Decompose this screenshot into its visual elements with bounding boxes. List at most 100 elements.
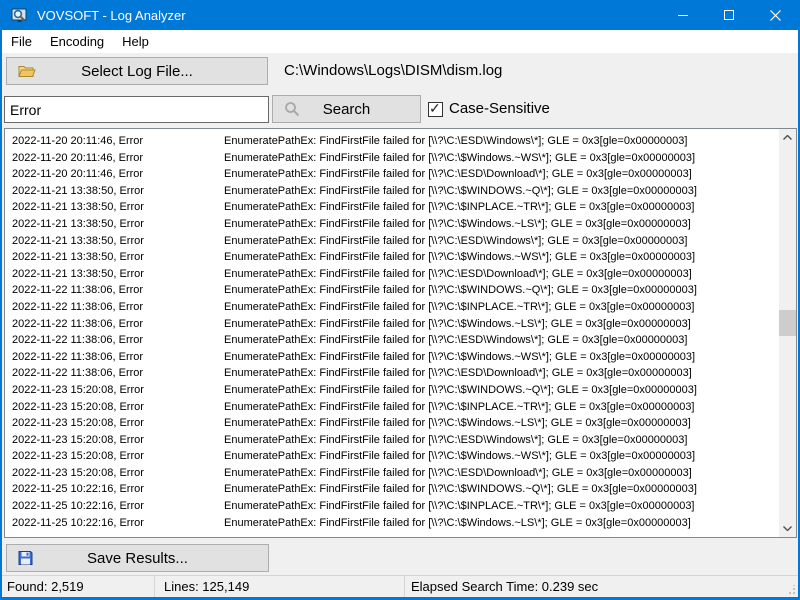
log-row-message: EnumeratePathEx: FindFirstFile failed fo… [224, 500, 695, 512]
log-row-message: EnumeratePathEx: FindFirstFile failed fo… [224, 334, 687, 346]
select-log-file-label: Select Log File... [81, 63, 193, 80]
chevron-down-icon [783, 526, 792, 531]
status-elapsed-time: Elapsed Search Time: 0.239 sec [405, 576, 798, 597]
log-row[interactable]: 2022-11-23 15:20:08, ErrorEnumeratePathE… [5, 415, 779, 432]
search-button-label: Search [323, 101, 371, 118]
log-row-message: EnumeratePathEx: FindFirstFile failed fo… [224, 301, 695, 313]
app-window: VOVSOFT - Log Analyzer File Encoding Hel… [0, 0, 800, 600]
log-row-timestamp: 2022-11-20 20:11:46, Error [12, 133, 224, 150]
log-row[interactable]: 2022-11-21 13:38:50, ErrorEnumeratePathE… [5, 233, 779, 250]
select-log-file-button[interactable]: Select Log File... [6, 57, 268, 85]
log-row[interactable]: 2022-11-25 10:22:16, ErrorEnumeratePathE… [5, 515, 779, 532]
log-row-timestamp: 2022-11-21 13:38:50, Error [12, 249, 224, 266]
log-row-timestamp: 2022-11-23 15:20:08, Error [12, 432, 224, 449]
resize-grip-icon[interactable] [786, 585, 796, 595]
log-row-timestamp: 2022-11-21 13:38:50, Error [12, 266, 224, 283]
save-results-button[interactable]: Save Results... [6, 544, 269, 572]
log-row-message: EnumeratePathEx: FindFirstFile failed fo… [224, 268, 692, 280]
log-row[interactable]: 2022-11-20 20:11:46, ErrorEnumeratePathE… [5, 150, 779, 167]
log-row-timestamp: 2022-11-23 15:20:08, Error [12, 382, 224, 399]
log-row[interactable]: 2022-11-23 15:20:08, ErrorEnumeratePathE… [5, 465, 779, 482]
log-row[interactable]: 2022-11-22 11:38:06, ErrorEnumeratePathE… [5, 282, 779, 299]
checkmark-icon: ✓ [429, 100, 441, 117]
log-row-message: EnumeratePathEx: FindFirstFile failed fo… [224, 384, 697, 396]
log-row-timestamp: 2022-11-22 11:38:06, Error [12, 332, 224, 349]
log-row-timestamp: 2022-11-20 20:11:46, Error [12, 150, 224, 167]
window-title: VOVSOFT - Log Analyzer [37, 8, 186, 23]
vertical-scrollbar[interactable] [779, 129, 796, 537]
log-rows-container: 2022-11-20 20:11:46, ErrorEnumeratePathE… [5, 133, 779, 537]
menu-item-help[interactable]: Help [113, 31, 158, 52]
log-row-message: EnumeratePathEx: FindFirstFile failed fo… [224, 434, 687, 446]
log-row-message: EnumeratePathEx: FindFirstFile failed fo… [224, 367, 692, 379]
log-row[interactable]: 2022-11-22 11:38:06, ErrorEnumeratePathE… [5, 299, 779, 316]
log-row-timestamp: 2022-11-21 13:38:50, Error [12, 183, 224, 200]
log-row[interactable]: 2022-11-20 20:11:46, ErrorEnumeratePathE… [5, 166, 779, 183]
log-row[interactable]: 2022-11-22 11:38:06, ErrorEnumeratePathE… [5, 332, 779, 349]
log-row-timestamp: 2022-11-21 13:38:50, Error [12, 216, 224, 233]
log-row-timestamp: 2022-11-23 15:20:08, Error [12, 399, 224, 416]
log-row-message: EnumeratePathEx: FindFirstFile failed fo… [224, 152, 695, 164]
menu-bar: File Encoding Help [2, 30, 798, 53]
minimize-button[interactable] [660, 0, 706, 30]
log-row-timestamp: 2022-11-22 11:38:06, Error [12, 316, 224, 333]
log-row-message: EnumeratePathEx: FindFirstFile failed fo… [224, 218, 691, 230]
log-row-timestamp: 2022-11-22 11:38:06, Error [12, 299, 224, 316]
log-row-message: EnumeratePathEx: FindFirstFile failed fo… [224, 517, 691, 529]
maximize-icon [724, 10, 735, 21]
log-row[interactable]: 2022-11-25 10:22:16, ErrorEnumeratePathE… [5, 498, 779, 515]
log-row-timestamp: 2022-11-25 10:22:16, Error [12, 515, 224, 532]
magnifier-icon [284, 101, 300, 117]
log-row-message: EnumeratePathEx: FindFirstFile failed fo… [224, 251, 695, 263]
floppy-disk-icon [18, 551, 33, 566]
status-found: Found: 2,519 [2, 576, 155, 597]
log-row-timestamp: 2022-11-23 15:20:08, Error [12, 465, 224, 482]
log-row[interactable]: 2022-11-23 15:20:08, ErrorEnumeratePathE… [5, 432, 779, 449]
log-row[interactable]: 2022-11-20 20:11:46, ErrorEnumeratePathE… [5, 133, 779, 150]
log-row[interactable]: 2022-11-21 13:38:50, ErrorEnumeratePathE… [5, 199, 779, 216]
log-row[interactable]: 2022-11-21 13:38:50, ErrorEnumeratePathE… [5, 183, 779, 200]
log-row-message: EnumeratePathEx: FindFirstFile failed fo… [224, 483, 697, 495]
log-row-timestamp: 2022-11-22 11:38:06, Error [12, 349, 224, 366]
case-sensitive-label: Case-Sensitive [449, 95, 550, 123]
maximize-button[interactable] [706, 0, 752, 30]
log-results-list[interactable]: 2022-11-20 20:11:46, ErrorEnumeratePathE… [4, 128, 797, 538]
log-row-timestamp: 2022-11-22 11:38:06, Error [12, 282, 224, 299]
title-bar[interactable]: VOVSOFT - Log Analyzer [2, 0, 798, 30]
log-row-message: EnumeratePathEx: FindFirstFile failed fo… [224, 168, 692, 180]
log-row[interactable]: 2022-11-21 13:38:50, ErrorEnumeratePathE… [5, 216, 779, 233]
menu-item-encoding[interactable]: Encoding [41, 31, 113, 52]
log-row-message: EnumeratePathEx: FindFirstFile failed fo… [224, 135, 687, 147]
log-row-timestamp: 2022-11-23 15:20:08, Error [12, 415, 224, 432]
log-row[interactable]: 2022-11-22 11:38:06, ErrorEnumeratePathE… [5, 316, 779, 333]
log-row[interactable]: 2022-11-25 10:22:16, ErrorEnumeratePathE… [5, 481, 779, 498]
log-row[interactable]: 2022-11-23 15:20:08, ErrorEnumeratePathE… [5, 382, 779, 399]
log-row-message: EnumeratePathEx: FindFirstFile failed fo… [224, 450, 695, 462]
search-input[interactable] [4, 96, 269, 123]
menu-item-file[interactable]: File [2, 31, 41, 52]
log-row[interactable]: 2022-11-23 15:20:08, ErrorEnumeratePathE… [5, 448, 779, 465]
log-row-message: EnumeratePathEx: FindFirstFile failed fo… [224, 185, 697, 197]
log-row-timestamp: 2022-11-23 15:20:08, Error [12, 448, 224, 465]
scrollbar-thumb[interactable] [779, 310, 796, 336]
log-row-message: EnumeratePathEx: FindFirstFile failed fo… [224, 235, 687, 247]
log-file-path: C:\Windows\Logs\DISM\dism.log [284, 57, 502, 85]
log-row-message: EnumeratePathEx: FindFirstFile failed fo… [224, 417, 691, 429]
case-sensitive-checkbox[interactable]: ✓ [428, 102, 443, 117]
log-row-timestamp: 2022-11-21 13:38:50, Error [12, 199, 224, 216]
log-row-message: EnumeratePathEx: FindFirstFile failed fo… [224, 284, 697, 296]
scrollbar-up-button[interactable] [779, 129, 796, 146]
search-button[interactable]: Search [272, 95, 421, 123]
minimize-icon [678, 10, 689, 21]
scrollbar-down-button[interactable] [779, 520, 796, 537]
log-row[interactable]: 2022-11-21 13:38:50, ErrorEnumeratePathE… [5, 249, 779, 266]
log-row-message: EnumeratePathEx: FindFirstFile failed fo… [224, 467, 692, 479]
log-row[interactable]: 2022-11-22 11:38:06, ErrorEnumeratePathE… [5, 365, 779, 382]
chevron-up-icon [783, 135, 792, 140]
log-row-message: EnumeratePathEx: FindFirstFile failed fo… [224, 351, 695, 363]
close-button[interactable] [752, 0, 798, 30]
log-row-timestamp: 2022-11-20 20:11:46, Error [12, 166, 224, 183]
log-row[interactable]: 2022-11-21 13:38:50, ErrorEnumeratePathE… [5, 266, 779, 283]
log-row[interactable]: 2022-11-23 15:20:08, ErrorEnumeratePathE… [5, 399, 779, 416]
log-row[interactable]: 2022-11-22 11:38:06, ErrorEnumeratePathE… [5, 349, 779, 366]
